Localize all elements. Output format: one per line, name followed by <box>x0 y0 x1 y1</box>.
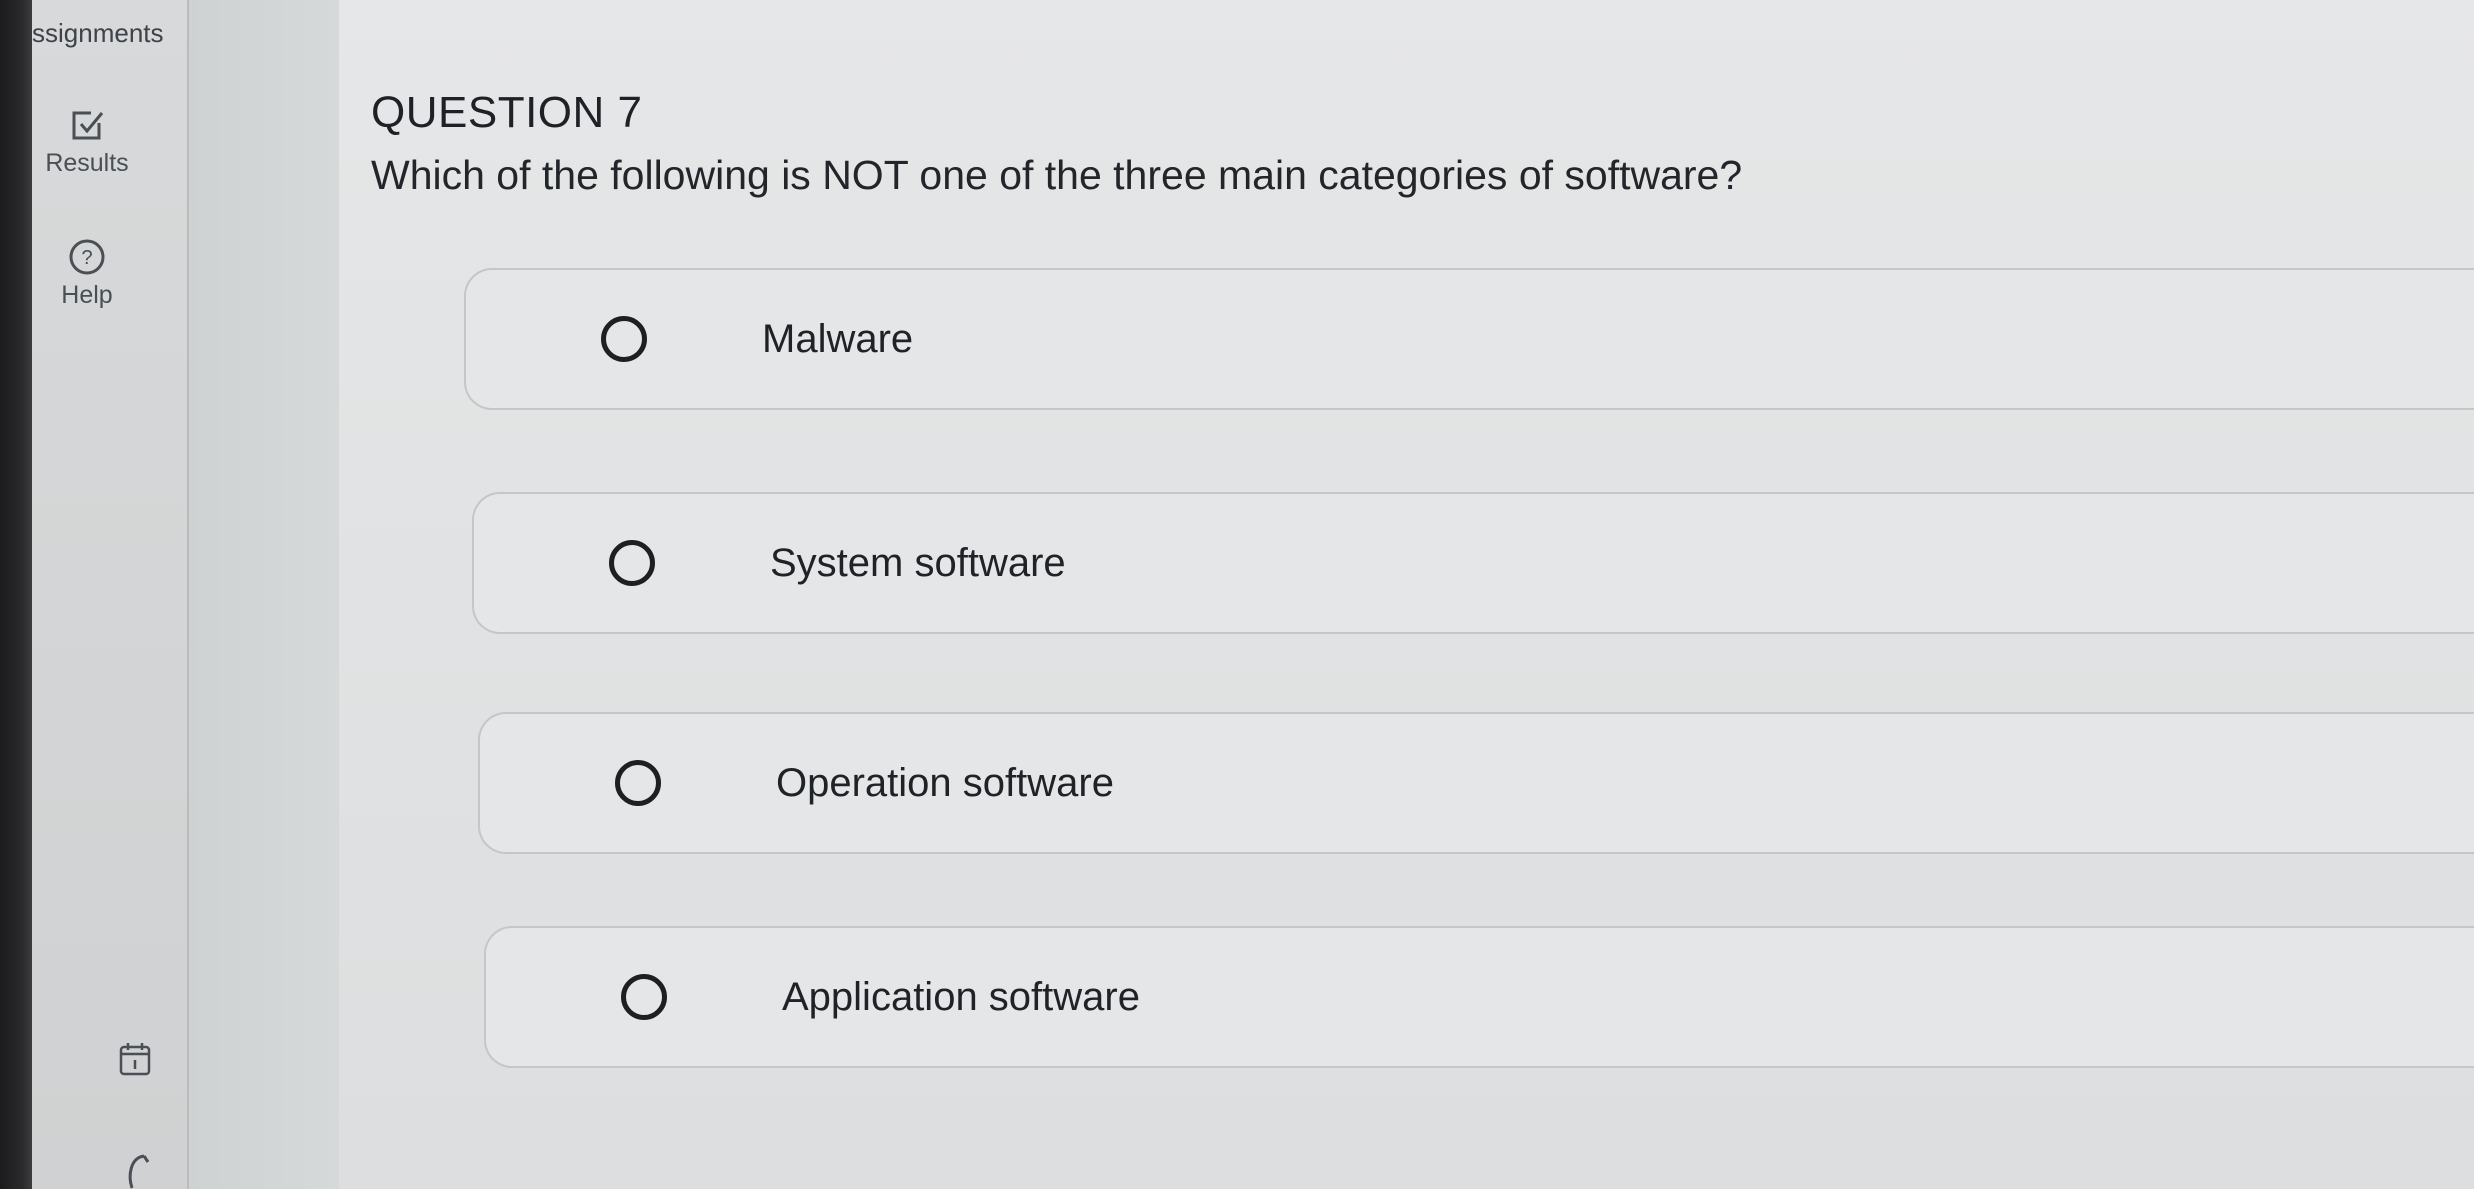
sidebar-item-results[interactable]: Results <box>42 105 132 178</box>
sidebar: ssignments Results ? Help <box>32 0 189 1189</box>
answer-choice-label: Operation software <box>776 760 1114 805</box>
sidebar-item-help-label: Help <box>61 281 113 309</box>
svg-text:?: ? <box>81 247 92 269</box>
radio-button[interactable] <box>601 316 647 362</box>
radio-button[interactable] <box>609 540 655 586</box>
partial-icon[interactable] <box>122 1150 152 1189</box>
radio-button[interactable] <box>615 760 661 806</box>
answer-choice-label: Application software <box>782 974 1140 1019</box>
radio-button[interactable] <box>621 974 667 1020</box>
sidebar-item-results-label: Results <box>45 149 129 177</box>
sidebar-item-assignments-label: ssignments <box>32 18 164 48</box>
answer-choice-system-software[interactable]: System software <box>472 492 2474 634</box>
answer-choice-label: System software <box>770 540 1066 585</box>
sidebar-item-help[interactable]: ? Help <box>42 237 132 310</box>
calendar-icon[interactable] <box>118 1041 152 1082</box>
answer-choice-operation-software[interactable]: Operation software <box>478 712 2474 854</box>
answer-choice-label: Malware <box>762 316 914 361</box>
screen-bezel <box>0 0 32 1189</box>
checkbox-check-icon <box>67 105 107 145</box>
answer-choice-application-software[interactable]: Application software <box>484 926 2474 1068</box>
question-circle-icon: ? <box>67 237 107 277</box>
sidebar-gutter <box>189 0 339 1189</box>
answer-choice-malware[interactable]: Malware <box>464 268 2474 410</box>
question-number: QUESTION 7 <box>371 88 643 137</box>
question-panel: QUESTION 7 Which of the following is NOT… <box>339 0 2474 1189</box>
question-text: Which of the following is NOT one of the… <box>371 152 1743 198</box>
